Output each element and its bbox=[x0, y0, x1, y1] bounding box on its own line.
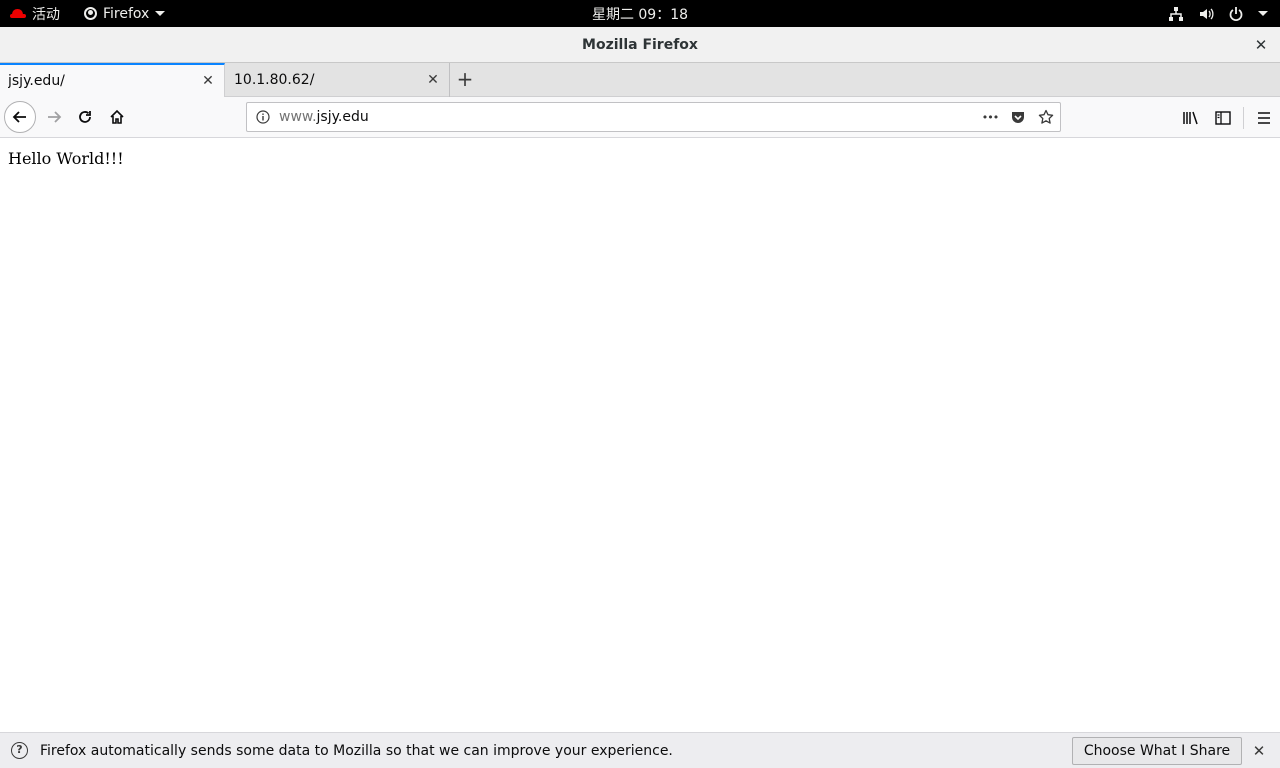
activities-button[interactable]: 活动 bbox=[10, 0, 60, 27]
sidebar-toggle-icon[interactable] bbox=[1207, 102, 1239, 134]
app-menu-label: Firefox bbox=[103, 5, 150, 22]
tab-label: jsjy.edu/ bbox=[8, 73, 65, 89]
tab-strip: jsjy.edu/ ✕ 10.1.80.62/ ✕ + bbox=[0, 63, 1280, 97]
activities-label: 活动 bbox=[32, 6, 60, 23]
page-content: Hello World!!! bbox=[0, 138, 1280, 732]
power-icon bbox=[1228, 6, 1244, 22]
pocket-icon[interactable] bbox=[1008, 107, 1028, 127]
app-menu-button[interactable]: Firefox bbox=[84, 0, 166, 27]
tab-close-icon[interactable]: ✕ bbox=[425, 72, 441, 88]
redhat-logo-icon bbox=[10, 8, 26, 19]
url-domain: jsjy.edu bbox=[316, 109, 369, 125]
network-icon bbox=[1168, 6, 1184, 22]
nav-toolbar: www.jsjy.edu ••• bbox=[0, 97, 1280, 138]
new-tab-button[interactable]: + bbox=[452, 68, 478, 92]
library-icon[interactable] bbox=[1175, 102, 1207, 134]
system-tray[interactable] bbox=[1168, 0, 1268, 27]
right-toolbar bbox=[1175, 97, 1280, 138]
info-icon[interactable] bbox=[255, 109, 271, 125]
hamburger-menu-icon[interactable] bbox=[1248, 102, 1280, 134]
help-icon: ? bbox=[11, 742, 28, 759]
reload-button[interactable] bbox=[69, 101, 101, 133]
page-actions-icon[interactable]: ••• bbox=[980, 107, 1000, 127]
page-text: Hello World!!! bbox=[8, 149, 124, 168]
notification-message: Firefox automatically sends some data to… bbox=[40, 743, 673, 759]
arrow-left-icon bbox=[12, 111, 26, 123]
notification-close-button[interactable]: ✕ bbox=[1250, 742, 1268, 760]
window-title-bar: Mozilla Firefox ✕ bbox=[0, 27, 1280, 63]
gnome-top-bar: 活动 Firefox 星期二 09：18 bbox=[0, 0, 1280, 27]
url-bar-actions: ••• bbox=[980, 103, 1056, 131]
reload-icon bbox=[79, 111, 91, 123]
tab-close-icon[interactable]: ✕ bbox=[200, 73, 216, 89]
home-icon bbox=[110, 109, 124, 124]
chevron-down-icon bbox=[1258, 11, 1268, 16]
window-close-button[interactable]: ✕ bbox=[1252, 36, 1270, 54]
clock-container: 星期二 09：18 bbox=[0, 0, 1280, 27]
tab-jsjy[interactable]: jsjy.edu/ ✕ bbox=[0, 63, 225, 97]
back-button[interactable] bbox=[4, 101, 36, 133]
url-text[interactable]: www.jsjy.edu bbox=[279, 103, 369, 131]
chevron-down-icon bbox=[155, 11, 166, 16]
tab-ip[interactable]: 10.1.80.62/ ✕ bbox=[226, 63, 450, 97]
url-prefix: www. bbox=[279, 109, 317, 125]
volume-icon bbox=[1198, 6, 1214, 22]
window-title: Mozilla Firefox bbox=[582, 37, 698, 53]
choose-what-i-share-button[interactable]: Choose What I Share bbox=[1072, 737, 1242, 765]
url-bar[interactable]: www.jsjy.edu ••• bbox=[246, 102, 1061, 132]
arrow-right-icon bbox=[48, 111, 62, 123]
forward-button[interactable] bbox=[38, 101, 70, 133]
home-button[interactable] bbox=[101, 101, 133, 133]
data-notification-bar: ? Firefox automatically sends some data … bbox=[0, 732, 1280, 768]
toolbar-separator bbox=[1243, 106, 1244, 129]
clock-label[interactable]: 星期二 09：18 bbox=[592, 4, 688, 24]
tab-label: 10.1.80.62/ bbox=[234, 72, 315, 88]
firefox-app-icon bbox=[84, 7, 97, 20]
bookmark-star-icon[interactable] bbox=[1036, 107, 1056, 127]
